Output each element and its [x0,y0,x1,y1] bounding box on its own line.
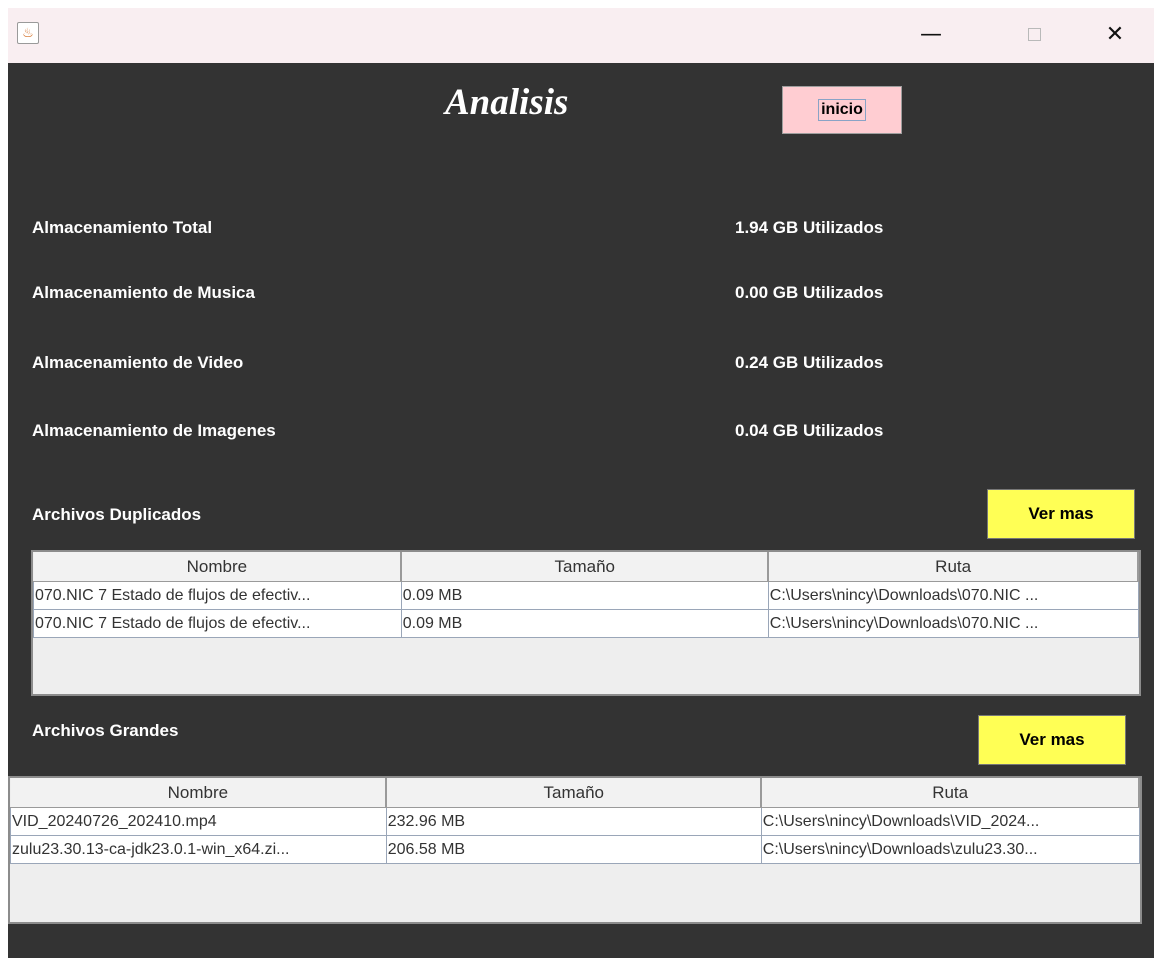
cell-nombre[interactable]: 070.NIC 7 Estado de flujos de efectiv... [33,581,402,610]
page-title: Analisis [445,82,569,123]
column-header-ruta[interactable]: Ruta [761,778,1140,808]
table-row[interactable]: 070.NIC 7 Estado de flujos de efectiv...… [33,581,1139,610]
storage-video-label: Almacenamiento de Video [32,353,244,372]
cell-ruta[interactable]: C:\Users\nincy\Downloads\070.NIC ... [767,609,1139,638]
cell-nombre[interactable]: 070.NIC 7 Estado de flujos de efectiv... [33,609,402,638]
minimize-icon: — [920,21,942,47]
cell-nombre[interactable]: zulu23.30.13-ca-jdk23.0.1-win_x64.zi... [10,835,387,864]
table-row[interactable]: 070.NIC 7 Estado de flujos de efectiv...… [33,609,1139,638]
duplicados-table[interactable]: Nombre Tamaño Ruta 070.NIC 7 Estado de f… [31,550,1141,696]
cell-ruta[interactable]: C:\Users\nincy\Downloads\VID_2024... [760,807,1140,836]
storage-total-value: 1.94 GB Utilizados [735,218,884,237]
storage-music-value: 0.00 GB Utilizados [735,283,884,302]
duplicados-title: Archivos Duplicados [32,505,202,524]
app-window: ♨ — ✕ Analisis inicio Almacenamiento Tot… [8,8,1154,958]
maximize-button[interactable] [1011,14,1057,54]
cell-ruta[interactable]: C:\Users\nincy\Downloads\zulu23.30... [760,835,1140,864]
close-icon: ✕ [1105,21,1125,47]
title-bar: ♨ — ✕ [8,8,1154,63]
table-header-row: Nombre Tamaño Ruta [10,778,1140,808]
storage-images-label: Almacenamiento de Imagenes [32,421,276,440]
table-header-row: Nombre Tamaño Ruta [33,552,1139,582]
cell-tamano[interactable]: 206.58 MB [385,835,762,864]
column-header-ruta[interactable]: Ruta [768,552,1139,582]
cell-ruta[interactable]: C:\Users\nincy\Downloads\070.NIC ... [767,581,1139,610]
column-header-tamano[interactable]: Tamaño [401,552,770,582]
column-header-nombre[interactable]: Nombre [33,552,403,582]
column-header-tamano[interactable]: Tamaño [386,778,763,808]
main-panel: Analisis inicio Almacenamiento Total 1.9… [8,63,1154,958]
table-row[interactable]: zulu23.30.13-ca-jdk23.0.1-win_x64.zi... … [10,835,1140,864]
grandes-ver-mas-button[interactable]: Ver mas [978,715,1126,765]
close-button[interactable]: ✕ [1092,14,1138,54]
table-row[interactable]: VID_20240726_202410.mp4 232.96 MB C:\Use… [10,807,1140,836]
grandes-title: Archivos Grandes [32,721,179,740]
cell-tamano[interactable]: 0.09 MB [400,581,769,610]
cell-tamano[interactable]: 232.96 MB [385,807,762,836]
storage-total-label: Almacenamiento Total [32,218,213,237]
duplicados-ver-mas-button[interactable]: Ver mas [987,489,1135,539]
storage-music-label: Almacenamiento de Musica [32,283,255,302]
inicio-button[interactable]: inicio [782,86,902,134]
inicio-button-label: inicio [818,99,866,121]
storage-images-value: 0.04 GB Utilizados [735,421,884,440]
cell-nombre[interactable]: VID_20240726_202410.mp4 [10,807,387,836]
maximize-icon [1027,27,1041,41]
grandes-table[interactable]: Nombre Tamaño Ruta VID_20240726_202410.m… [8,776,1142,924]
storage-video-value: 0.24 GB Utilizados [735,353,884,372]
column-header-nombre[interactable]: Nombre [10,778,388,808]
java-app-icon[interactable]: ♨ [17,22,39,44]
cell-tamano[interactable]: 0.09 MB [400,609,769,638]
minimize-button[interactable]: — [908,14,954,54]
